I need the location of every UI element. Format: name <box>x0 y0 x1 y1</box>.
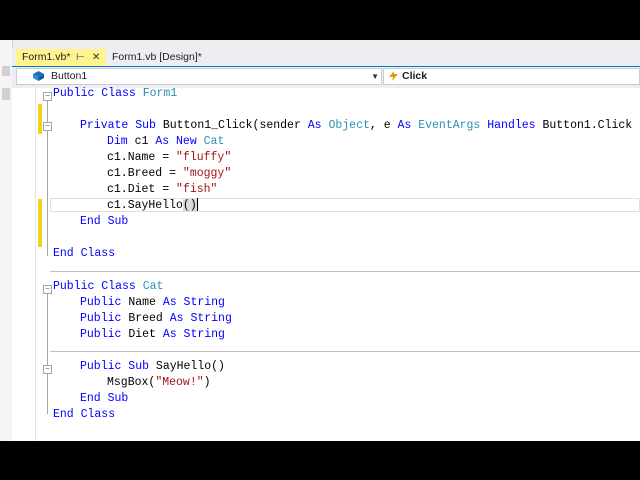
brace-match: ( <box>182 199 190 212</box>
close-icon[interactable]: ✕ <box>92 49 100 66</box>
code-line[interactable]: Public Class Cat <box>53 279 163 295</box>
identifier: Breed <box>121 312 170 325</box>
string-literal: "Meow!" <box>155 376 204 389</box>
identifier: c1.Breed = <box>107 167 183 180</box>
keyword: End Class <box>53 247 116 260</box>
keyword: Public <box>80 328 122 341</box>
keyword: End Sub <box>80 392 129 405</box>
document-tab-bar: Form1.vb* ⊢ ✕ Form1.vb [Design]* <box>12 48 640 68</box>
chevron-down-icon[interactable]: ▼ <box>371 69 379 84</box>
keyword: Public Class <box>53 87 136 100</box>
code-line[interactable]: c1.SayHello() <box>107 198 198 214</box>
event-icon <box>389 71 398 81</box>
code-line[interactable]: Dim c1 As New Cat <box>107 134 224 150</box>
changed-line-marker <box>38 199 42 247</box>
code-line[interactable]: Public Diet As String <box>80 327 225 343</box>
identifier: MsgBox( <box>107 376 156 389</box>
string-literal: "moggy" <box>182 167 232 180</box>
identifier: ) <box>203 376 211 389</box>
class-name: Form1 <box>135 87 178 100</box>
type-name: Cat <box>203 135 225 148</box>
keyword: As String <box>169 312 232 325</box>
identifier: c1 <box>127 135 156 148</box>
identifier: c1.SayHello <box>107 199 183 212</box>
keyword: As String <box>162 296 225 309</box>
keyword: End Class <box>53 408 116 421</box>
changed-line-marker <box>38 104 42 118</box>
identifier: Button1.Click <box>535 119 633 132</box>
object-icon <box>33 71 44 81</box>
keyword: Dim <box>107 135 128 148</box>
identifier: c1.Diet = <box>107 183 177 196</box>
tab-form1-code[interactable]: Form1.vb* ⊢ ✕ <box>16 49 106 66</box>
code-line[interactable]: Public Class Form1 <box>53 86 177 102</box>
tab-label: Form1.vb* <box>22 51 71 63</box>
collapse-toggle[interactable]: − <box>43 365 52 374</box>
code-line[interactable]: End Sub <box>80 214 128 230</box>
gutter-divider <box>35 88 36 441</box>
collapse-toggle[interactable]: − <box>43 122 52 131</box>
ide-window: Form1.vb* ⊢ ✕ Form1.vb [Design]* Button1… <box>0 40 640 441</box>
identifier: Button1_Click(sender <box>155 119 308 132</box>
identifier: c1.Name = <box>107 151 177 164</box>
collapse-toggle[interactable]: − <box>43 92 52 101</box>
keyword: Public <box>80 312 122 325</box>
code-line[interactable]: Public Sub SayHello() <box>80 359 225 375</box>
code-line[interactable]: c1.Name = "fluffy" <box>107 150 231 166</box>
keyword: As <box>307 119 322 132</box>
code-editor[interactable]: − − − − Public Class Form1 Private Sub B… <box>12 86 640 441</box>
code-line[interactable]: Private Sub Button1_Click(sender As Obje… <box>80 118 632 134</box>
method-separator <box>50 351 640 352</box>
changed-line-marker <box>38 118 42 134</box>
keyword: As <box>397 119 412 132</box>
text-caret <box>196 198 198 212</box>
navigation-bar: Button1 ▼ Click <box>12 67 640 87</box>
keyword: Public Class <box>53 280 136 293</box>
code-line[interactable]: c1.Diet = "fish" <box>107 182 217 198</box>
identifier: SayHello() <box>149 360 225 373</box>
tab-label: Form1.vb [Design]* <box>112 51 202 63</box>
type-name: EventArgs <box>418 119 481 132</box>
string-literal: "fluffy" <box>176 151 232 164</box>
class-name: Cat <box>142 280 164 293</box>
keyword: Public Sub <box>80 360 150 373</box>
collapse-toggle[interactable]: − <box>43 285 52 294</box>
identifier: Name <box>121 296 163 309</box>
keyword: Handles <box>487 119 536 132</box>
keyword: As New <box>155 135 197 148</box>
identifier: , e <box>369 119 398 132</box>
method-separator <box>50 271 640 272</box>
event-dropdown[interactable]: Click <box>383 68 640 85</box>
brace-match: ) <box>189 199 197 212</box>
object-dropdown[interactable]: Button1 ▼ <box>16 68 382 85</box>
type-name: Object <box>328 119 370 132</box>
code-line[interactable]: End Class <box>53 407 115 423</box>
object-dropdown-value: Button1 <box>51 70 88 82</box>
toolbox-tab[interactable] <box>2 66 10 76</box>
code-line[interactable]: Public Breed As String <box>80 311 232 327</box>
code-line[interactable]: End Class <box>53 246 115 262</box>
code-line[interactable]: Public Name As String <box>80 295 225 311</box>
keyword: Public <box>80 296 122 309</box>
keyword: End Sub <box>80 215 129 228</box>
pin-icon[interactable]: ⊢ <box>76 49 85 66</box>
string-literal: "fish" <box>176 183 218 196</box>
tab-form1-design[interactable]: Form1.vb [Design]* <box>106 49 244 66</box>
event-dropdown-value: Click <box>402 70 428 82</box>
toolbox-tab[interactable] <box>2 88 10 100</box>
keyword: As String <box>162 328 225 341</box>
outline-line <box>47 294 48 414</box>
code-line[interactable]: End Sub <box>80 391 128 407</box>
code-line[interactable]: c1.Breed = "moggy" <box>107 166 231 182</box>
keyword: Private Sub <box>80 119 156 132</box>
identifier: Diet <box>121 328 163 341</box>
code-line[interactable]: MsgBox("Meow!") <box>107 375 211 391</box>
